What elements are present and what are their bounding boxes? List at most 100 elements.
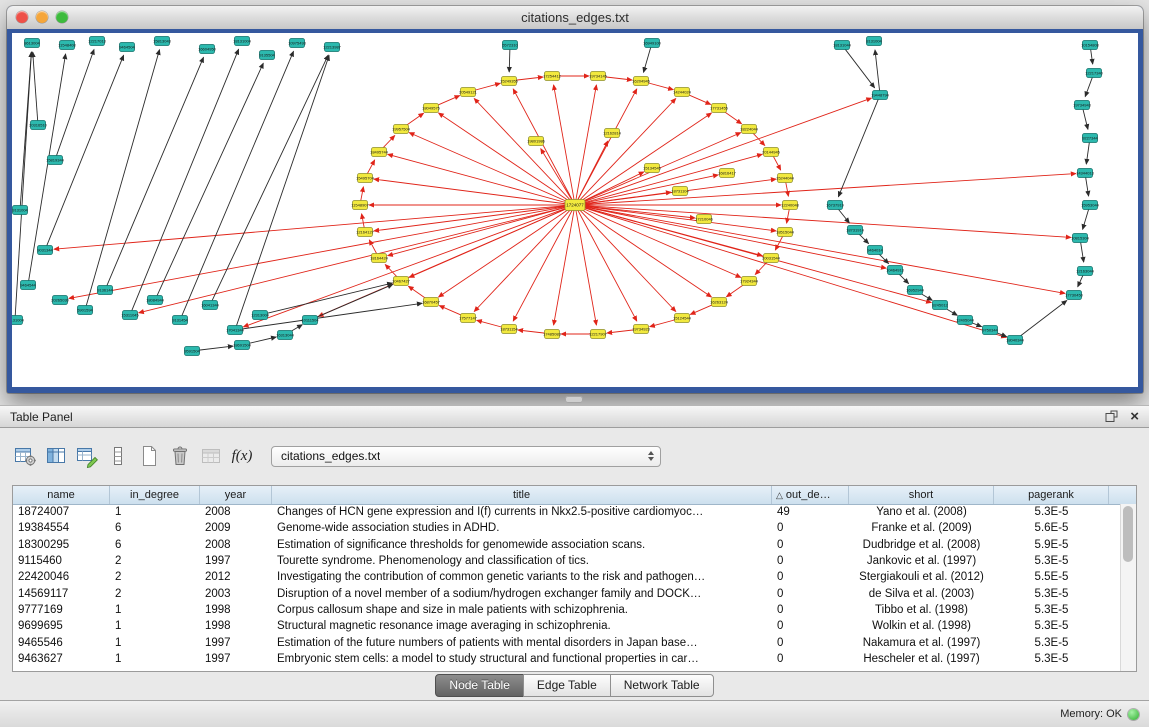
- tab-node-table[interactable]: Node Table: [435, 674, 524, 697]
- graph-node[interactable]: 16737919: [826, 201, 845, 210]
- graph-node[interactable]: 16816417: [718, 169, 737, 178]
- tab-edge-table[interactable]: Edge Table: [523, 674, 611, 697]
- graph-node[interactable]: 18164424: [370, 254, 389, 263]
- graph-node[interactable]: 9464014: [867, 246, 883, 255]
- graph-node[interactable]: 18515044: [776, 228, 795, 237]
- table-row[interactable]: 969969511998Structural magnetic resonanc…: [13, 618, 1121, 634]
- table-row[interactable]: 946554611997Estimation of the future num…: [13, 634, 1121, 650]
- graph-node[interactable]: 20316510: [29, 121, 48, 130]
- graph-node[interactable]: 20144945: [762, 148, 781, 157]
- graph-node[interactable]: 18084944: [146, 296, 165, 305]
- graph-node[interactable]: 12164127: [356, 228, 375, 237]
- edit-table-icon[interactable]: [74, 443, 100, 469]
- table-scrollbar[interactable]: [1120, 504, 1136, 671]
- graph-node[interactable]: 8131004: [866, 37, 882, 46]
- graph-node[interactable]: 12217907: [589, 330, 608, 339]
- graph-node[interactable]: 5901594: [77, 306, 93, 315]
- graph-node[interactable]: 11548907: [351, 201, 369, 210]
- graph-node[interactable]: 16313044: [276, 331, 295, 340]
- graph-node[interactable]: 19801986: [527, 137, 546, 146]
- graph-node[interactable]: 15134545: [643, 164, 662, 173]
- graph-node[interactable]: 15495704: [356, 174, 375, 183]
- graph-node[interactable]: 16952944: [906, 286, 925, 295]
- graph-node[interactable]: 8613004: [24, 39, 40, 48]
- graph-node[interactable]: 17730450: [1065, 291, 1084, 300]
- graph-node[interactable]: 10154808: [1081, 41, 1100, 50]
- graph-node[interactable]: 12217013: [88, 37, 107, 46]
- graph-node[interactable]: 18049575: [422, 104, 441, 113]
- graph-node[interactable]: 9131004: [12, 206, 28, 215]
- graph-node[interactable]: 20031544: [762, 254, 781, 263]
- function-builder-icon[interactable]: f(x): [229, 443, 255, 469]
- graph-node[interactable]: 20549121: [459, 88, 478, 97]
- graph-node[interactable]: 14244024: [673, 88, 692, 97]
- column-header-title[interactable]: title: [272, 486, 772, 504]
- graph-node[interactable]: 10131004: [12, 316, 25, 325]
- graph-node[interactable]: 9131454: [172, 316, 188, 325]
- graph-node[interactable]: 17577147: [459, 314, 478, 323]
- graph-node[interactable]: 15124544: [673, 314, 692, 323]
- graph-node[interactable]: 12217340: [1085, 69, 1104, 78]
- graph-node[interactable]: 17485083: [543, 330, 562, 339]
- panel-divider-handle[interactable]: [565, 396, 583, 403]
- graph-node[interactable]: 19957504: [392, 125, 411, 134]
- graph-node[interactable]: 16263124: [710, 298, 729, 307]
- column-header-out-de-[interactable]: △out_de…: [772, 486, 849, 504]
- tab-network-table[interactable]: Network Table: [610, 674, 714, 697]
- table-row[interactable]: 2242004622012Investigating the contribut…: [13, 569, 1121, 585]
- graph-node[interactable]: 17041344: [226, 326, 245, 335]
- zoom-window-button[interactable]: [56, 11, 68, 23]
- graph-node[interactable]: 18731154: [500, 325, 518, 334]
- graph-node[interactable]: 15311045: [121, 311, 139, 320]
- graph-node[interactable]: 10815304: [1071, 234, 1090, 243]
- graph-node[interactable]: 16204945: [632, 77, 651, 86]
- float-panel-icon[interactable]: [1105, 410, 1118, 423]
- column-header-short[interactable]: short: [849, 486, 994, 504]
- graph-node[interactable]: 12313004: [251, 311, 270, 320]
- graph-node[interactable]: 12162814: [603, 129, 622, 138]
- graph-node[interactable]: 18131044: [833, 41, 852, 50]
- graph-node[interactable]: 9464504: [119, 43, 135, 52]
- graph-node[interactable]: 18224044: [740, 125, 759, 134]
- graph-node[interactable]: 12240048: [781, 201, 800, 210]
- graph-node[interactable]: 9591504: [184, 347, 200, 356]
- graph-node[interactable]: 9031344: [37, 246, 53, 255]
- graph-node[interactable]: 19734943: [1073, 101, 1092, 110]
- graph-node[interactable]: 15244044: [776, 174, 795, 183]
- graph-node[interactable]: 17924344: [740, 277, 759, 286]
- graph-node[interactable]: 17731455: [710, 104, 729, 113]
- new-table-icon[interactable]: [136, 443, 162, 469]
- window-titlebar[interactable]: citations_edges.txt: [7, 6, 1143, 30]
- table-row[interactable]: 977716911998Corpus callosum shape and si…: [13, 602, 1121, 618]
- graph-node[interactable]: 5572310: [502, 41, 518, 50]
- minimize-window-button[interactable]: [36, 11, 48, 23]
- graph-node[interactable]: 9245012: [932, 301, 948, 310]
- graph-node[interactable]: 18731914: [846, 226, 865, 235]
- graph-node[interactable]: 19734145: [589, 72, 608, 81]
- graph-node[interactable]: 19448794: [871, 91, 890, 100]
- graph-node[interactable]: 12213987: [323, 43, 342, 52]
- graph-node[interactable]: 10111504: [301, 316, 319, 325]
- graph-node[interactable]: 14344013: [1076, 169, 1095, 178]
- graph-node[interactable]: 11548408: [58, 41, 76, 50]
- graph-node[interactable]: 19734923: [632, 325, 651, 334]
- graph-node[interactable]: 15813043: [153, 37, 172, 46]
- graph-node[interactable]: 15249355: [500, 77, 519, 86]
- graph-node[interactable]: 18495744: [370, 148, 389, 157]
- scrollbar-thumb[interactable]: [1123, 506, 1133, 562]
- table-selector-dropdown[interactable]: citations_edges.txt: [271, 446, 661, 467]
- column-header-year[interactable]: year: [200, 486, 272, 504]
- graph-node[interactable]: 16870457: [422, 298, 441, 307]
- graph-node[interactable]: 10975493: [288, 39, 307, 48]
- graph-node[interactable]: 20265030: [51, 296, 70, 305]
- table-row[interactable]: 1830029562008Estimation of significance …: [13, 537, 1121, 553]
- column-header-name[interactable]: name: [13, 486, 110, 504]
- show-columns-icon[interactable]: [43, 443, 69, 469]
- graph-node[interactable]: 16041344: [201, 301, 220, 310]
- table-row[interactable]: 911546021997Tourette syndrome. Phenomeno…: [13, 553, 1121, 569]
- graph-node[interactable]: 17210046: [695, 215, 714, 224]
- graph-node[interactable]: 18731104: [671, 187, 689, 196]
- network-canvas[interactable]: 1724077122400481851504420031544179243441…: [12, 33, 1138, 387]
- graph-node[interactable]: 9750344: [982, 326, 998, 335]
- column-header-in-degree[interactable]: in_degree: [110, 486, 200, 504]
